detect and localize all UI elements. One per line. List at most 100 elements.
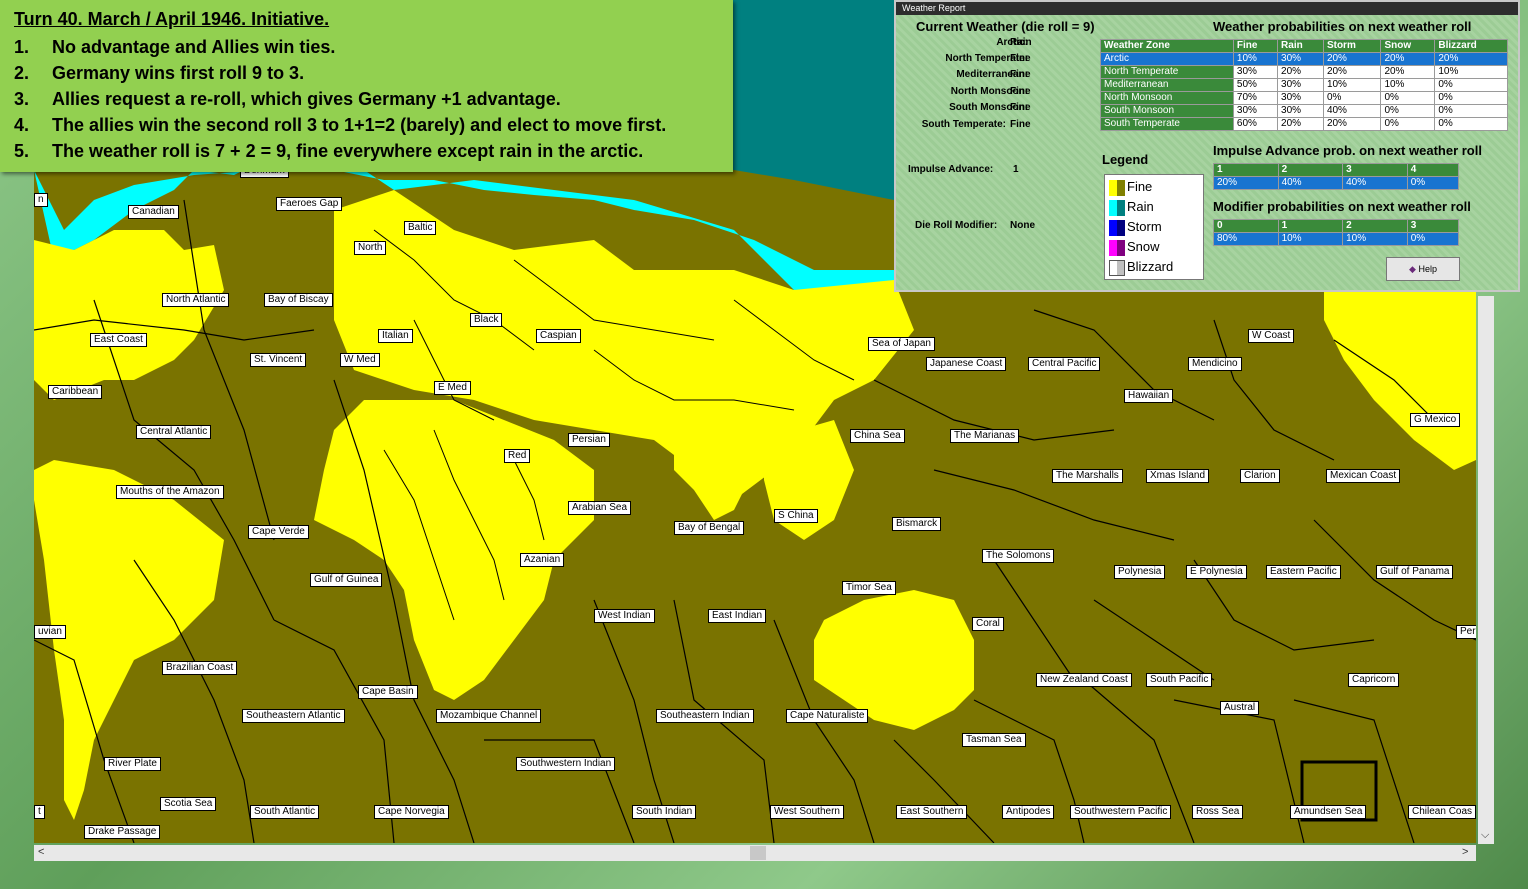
map-label-south-indian[interactable]: South Indian [632, 805, 697, 819]
map-label-xmas-island[interactable]: Xmas Island [1146, 469, 1210, 483]
map-label-baltic[interactable]: Baltic [404, 221, 437, 235]
map-label-cape-basin[interactable]: Cape Basin [358, 685, 418, 699]
map-label-west-indian[interactable]: West Indian [594, 609, 655, 623]
map-label-arabian-sea[interactable]: Arabian Sea [568, 501, 632, 515]
map-label-mendicino[interactable]: Mendicino [1188, 357, 1242, 371]
map-label-southeastern-indian[interactable]: Southeastern Indian [656, 709, 754, 723]
map-label-gulf-of-panama[interactable]: Gulf of Panama [1376, 565, 1454, 579]
prob-cell: 0% [1380, 91, 1436, 105]
map-label-river-plate[interactable]: River Plate [104, 757, 161, 771]
table-row[interactable]: North Monsoon 70% 30% 0% 0% 0% [1100, 91, 1508, 105]
map-label-east-coast[interactable]: East Coast [90, 333, 147, 347]
map-label-italian[interactable]: Italian [378, 329, 413, 343]
help-button[interactable]: ◆ Help [1386, 257, 1460, 281]
map-label-central-atlantic[interactable]: Central Atlantic [136, 425, 212, 439]
map-label-mexican-coast[interactable]: Mexican Coast [1326, 469, 1401, 483]
map-label-caribbean[interactable]: Caribbean [48, 385, 103, 399]
map-label-peruvian[interactable]: uvian [34, 625, 66, 639]
map-label-ross-sea[interactable]: Ross Sea [1192, 805, 1244, 819]
map-label-the-marshalls[interactable]: The Marshalls [1052, 469, 1123, 483]
map-label-bay-of-biscay[interactable]: Bay of Biscay [264, 293, 333, 307]
map-label-north[interactable]: North [354, 241, 387, 255]
weather-report-titlebar[interactable]: Weather Report [896, 2, 1518, 15]
map-label-faeroes-gap[interactable]: Faeroes Gap [276, 197, 343, 211]
map-label-capricorn[interactable]: Capricorn [1348, 673, 1400, 687]
table-row[interactable]: South Temperate 60% 20% 20% 0% 0% [1100, 117, 1508, 131]
map-label-cape-verde[interactable]: Cape Verde [248, 525, 309, 539]
map-label-scotia-sea[interactable]: Scotia Sea [160, 797, 217, 811]
scroll-thumb[interactable] [750, 846, 766, 860]
table-row[interactable]: North Temperate 30% 20% 20% 20% 10% [1100, 65, 1508, 79]
horizontal-scrollbar[interactable]: < > [34, 845, 1476, 861]
map-label-st-vincent[interactable]: St. Vincent [250, 353, 307, 367]
map-label-w-med[interactable]: W Med [340, 353, 380, 367]
table-row[interactable]: South Monsoon 30% 30% 40% 0% 0% [1100, 104, 1508, 118]
map-label-cape-norvegia[interactable]: Cape Norvegia [374, 805, 449, 819]
map-label-mouths-of-the-amazon[interactable]: Mouths of the Amazon [116, 485, 224, 499]
vertical-scrollbar[interactable]: ⌵ [1478, 296, 1494, 844]
zone-cell: North Temperate [1100, 65, 1234, 79]
map-label-s-china[interactable]: S China [774, 509, 818, 523]
scroll-down-icon[interactable]: ⌵ [1481, 829, 1489, 842]
note-line-1: 1. No advantage and Allies win ties. [14, 37, 335, 58]
scroll-right-icon[interactable]: > [1462, 846, 1468, 858]
map-label-amundsen-sea[interactable]: Amundsen Sea [1290, 805, 1367, 819]
map-label-austral[interactable]: Austral [1220, 701, 1260, 715]
map-label-tasman-sea[interactable]: Tasman Sea [962, 733, 1026, 747]
map-label-peru[interactable]: Per [1456, 625, 1476, 639]
map-label-china-sea[interactable]: China Sea [850, 429, 905, 443]
map-label-gulf-of-guinea[interactable]: Gulf of Guinea [310, 573, 383, 587]
map-label-chilean-coast[interactable]: Chilean Coas [1408, 805, 1476, 819]
prob-cell: 30% [1232, 104, 1279, 118]
map-label-new-zealand-coast[interactable]: New Zealand Coast [1036, 673, 1132, 687]
map-label-persian[interactable]: Persian [568, 433, 610, 447]
map-label-e-med[interactable]: E Med [434, 381, 471, 395]
map-label-the-marianas[interactable]: The Marianas [950, 429, 1020, 443]
map-label-polynesia[interactable]: Polynesia [1114, 565, 1166, 579]
map-label-north-atlantic[interactable]: North Atlantic [162, 293, 230, 307]
map-label-eastern-pacific[interactable]: Eastern Pacific [1266, 565, 1341, 579]
map-label-southwestern-pacific[interactable]: Southwestern Pacific [1070, 805, 1172, 819]
map-label-bay-of-bengal[interactable]: Bay of Bengal [674, 521, 745, 535]
map-label-caspian[interactable]: Caspian [536, 329, 581, 343]
map-label-w-coast[interactable]: W Coast [1248, 329, 1295, 343]
map-label-bismarck[interactable]: Bismarck [892, 517, 942, 531]
map-label-red[interactable]: Red [504, 449, 531, 463]
map-label-japanese-coast[interactable]: Japanese Coast [926, 357, 1007, 371]
map-label-cape-naturaliste[interactable]: Cape Naturaliste [786, 709, 869, 723]
scroll-left-icon[interactable]: < [38, 846, 44, 858]
map-label-east-southern[interactable]: East Southern [896, 805, 968, 819]
map-label-antipodes[interactable]: Antipodes [1002, 805, 1055, 819]
map-label-left-edge-2[interactable]: n [34, 193, 48, 207]
prob-cell: 10% [1232, 52, 1279, 66]
map-label-azanian[interactable]: Azanian [520, 553, 565, 567]
map-label-canadian[interactable]: Canadian [128, 205, 179, 219]
map-label-sea-of-japan[interactable]: Sea of Japan [868, 337, 935, 351]
map-label-the-solomons[interactable]: The Solomons [982, 549, 1055, 563]
map-label-brazilian-coast[interactable]: Brazilian Coast [162, 661, 238, 675]
map-label-coral[interactable]: Coral [972, 617, 1004, 631]
map-label-southwestern-indian[interactable]: Southwestern Indian [516, 757, 616, 771]
map-label-e-polynesia[interactable]: E Polynesia [1186, 565, 1247, 579]
map-label-left-edge[interactable]: t [34, 805, 45, 819]
help-label: Help [1418, 264, 1437, 274]
map-label-east-indian[interactable]: East Indian [708, 609, 767, 623]
map-label-central-pacific[interactable]: Central Pacific [1028, 357, 1101, 371]
map-label-g-mexico[interactable]: G Mexico [1410, 413, 1461, 427]
map-label-south-pacific[interactable]: South Pacific [1146, 673, 1213, 687]
prob-cell: 20% [1213, 176, 1279, 190]
map-label-south-atlantic[interactable]: South Atlantic [250, 805, 320, 819]
map-label-timor-sea[interactable]: Timor Sea [842, 581, 896, 595]
note-text: The weather roll is 7 + 2 = 9, fine ever… [52, 141, 644, 161]
prob-header-row: Weather Zone Fine Rain Storm Snow Blizza… [1100, 39, 1508, 53]
map-label-southeastern-atlantic[interactable]: Southeastern Atlantic [242, 709, 345, 723]
map-label-mozambique-channel[interactable]: Mozambique Channel [436, 709, 542, 723]
map-label-drake-passage[interactable]: Drake Passage [84, 825, 161, 839]
map-label-black[interactable]: Black [470, 313, 503, 327]
map-label-west-southern[interactable]: West Southern [770, 805, 844, 819]
map-label-clarion[interactable]: Clarion [1240, 469, 1280, 483]
table-row[interactable]: Mediterranean 50% 30% 10% 10% 0% [1100, 78, 1508, 92]
prob-cell: 30% [1277, 52, 1324, 66]
map-label-hawaiian[interactable]: Hawaiian [1124, 389, 1174, 403]
table-row[interactable]: Arctic 10% 30% 20% 20% 20% [1100, 52, 1508, 66]
